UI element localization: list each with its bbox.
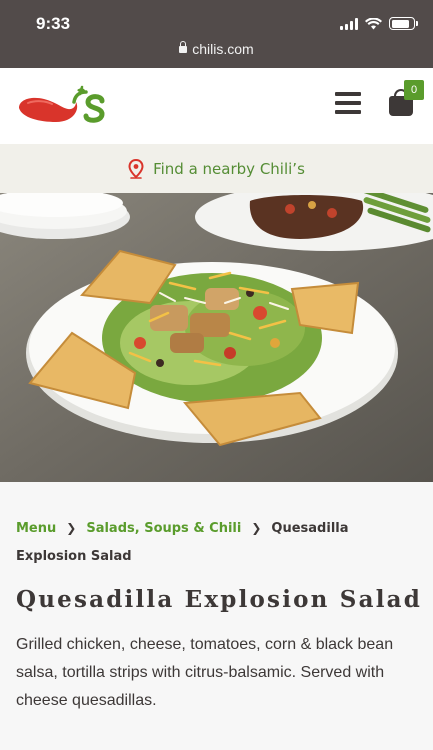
page-title: Quesadilla Explosion Salad <box>16 586 423 613</box>
address-bar[interactable]: chilis.com <box>0 41 433 57</box>
cart-button[interactable]: 0 <box>387 80 427 120</box>
find-nearby-label: Find a nearby Chili’s <box>153 159 305 178</box>
browser-status-bar: 9:33 chilis.com <box>0 0 433 68</box>
find-nearby-link[interactable]: Find a nearby Chili’s <box>0 144 433 193</box>
site-header: 0 <box>0 68 433 144</box>
cart-count-badge: 0 <box>404 80 424 100</box>
breadcrumb-category-link[interactable]: Salads, Soups & Chili <box>86 521 241 536</box>
hero-image <box>0 193 433 482</box>
chilis-logo[interactable] <box>16 82 106 130</box>
status-time: 9:33 <box>36 14 71 33</box>
battery-icon <box>389 17 418 30</box>
wifi-icon <box>365 17 382 29</box>
chili-pepper-logo-icon <box>19 85 105 123</box>
item-description: Grilled chicken, cheese, tomatoes, corn … <box>16 636 394 709</box>
chevron-right-icon: ❯ <box>66 521 77 535</box>
signal-icon <box>340 17 358 30</box>
status-icons <box>340 17 418 30</box>
url-text: chilis.com <box>192 41 254 57</box>
breadcrumb: Menu ❯ Salads, Soups & Chili ❯ Quesadilla Ex… <box>16 514 421 571</box>
lock-icon <box>179 41 188 53</box>
map-pin-icon <box>128 158 144 179</box>
chevron-right-icon: ❯ <box>251 521 262 535</box>
breadcrumb-menu-link[interactable]: Menu <box>16 521 56 536</box>
hamburger-menu-button[interactable] <box>335 92 361 114</box>
